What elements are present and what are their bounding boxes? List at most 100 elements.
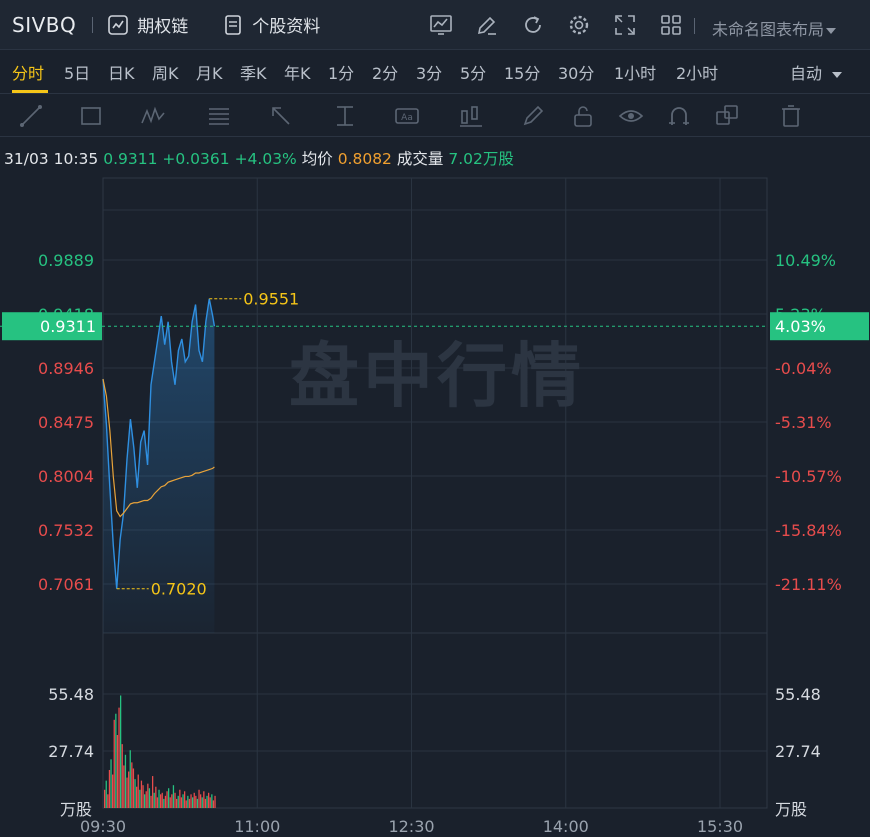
volume-bar bbox=[115, 713, 117, 808]
tab-10[interactable]: 5分 bbox=[460, 60, 486, 84]
y-left-tick-label: 0.7061 bbox=[38, 575, 94, 594]
volume-bar bbox=[152, 776, 154, 808]
volume-bar bbox=[163, 798, 165, 808]
volume-bar bbox=[206, 795, 208, 808]
tab-13[interactable]: 1小时 bbox=[614, 60, 656, 84]
lock-icon[interactable] bbox=[570, 103, 596, 129]
x-tick-label: 14:00 bbox=[543, 817, 589, 836]
volume-bar bbox=[193, 792, 195, 808]
volume-bar bbox=[148, 788, 151, 808]
quote-datetime: 31/03 10:35 bbox=[4, 150, 99, 168]
volume-bar bbox=[171, 794, 173, 808]
caret-down-icon bbox=[832, 72, 843, 78]
symbol-title[interactable]: SIVBQ bbox=[12, 13, 76, 37]
caret-down-icon bbox=[826, 28, 837, 34]
tab-7[interactable]: 1分 bbox=[328, 60, 354, 84]
tab-0[interactable]: 分时 bbox=[12, 60, 44, 84]
rectangle-icon[interactable] bbox=[78, 103, 104, 129]
arrow-icon[interactable] bbox=[268, 103, 294, 129]
brush-icon[interactable] bbox=[520, 103, 546, 129]
volume-bar bbox=[147, 783, 149, 808]
tab-5[interactable]: 季K bbox=[240, 60, 267, 84]
chart-type-icon[interactable] bbox=[428, 12, 454, 38]
volume-bar bbox=[123, 765, 125, 808]
price-line bbox=[102, 298, 216, 589]
volume-bar bbox=[211, 794, 213, 808]
volume-bar bbox=[198, 789, 200, 808]
quote-price: 0.9311 bbox=[103, 150, 158, 168]
volume-bar bbox=[201, 797, 203, 808]
volume-bar bbox=[188, 798, 191, 808]
volume-unit-right: 万股 bbox=[775, 800, 807, 819]
candle-icon[interactable] bbox=[458, 103, 484, 129]
options-chain-button[interactable]: 期权链 bbox=[107, 12, 188, 37]
volume-bar bbox=[132, 768, 135, 808]
layout-name-label: 未命名图表布局 bbox=[712, 20, 825, 39]
tab-14[interactable]: 2小时 bbox=[676, 60, 718, 84]
y-left-tick-label: 0.9418 bbox=[38, 305, 94, 324]
volume-bar bbox=[118, 707, 120, 808]
eye-icon[interactable] bbox=[618, 103, 644, 129]
refresh-icon[interactable] bbox=[520, 12, 546, 38]
auto-scale-dropdown[interactable]: 自动 bbox=[790, 60, 843, 84]
draw-pen-icon[interactable] bbox=[474, 12, 500, 38]
chart-frame bbox=[102, 177, 768, 809]
tab-12[interactable]: 30分 bbox=[558, 60, 594, 84]
tab-3[interactable]: 周K bbox=[152, 60, 179, 84]
tab-6[interactable]: 年K bbox=[284, 60, 311, 84]
options-chain-icon bbox=[108, 14, 129, 35]
trash-icon[interactable] bbox=[778, 103, 804, 129]
volume-bar bbox=[169, 797, 171, 808]
volume-bar bbox=[177, 795, 179, 808]
y-right-tick-label: -21.11% bbox=[775, 575, 842, 594]
tab-8[interactable]: 2分 bbox=[372, 60, 398, 84]
fibonacci-icon[interactable] bbox=[206, 103, 232, 129]
grid-layout-icon[interactable] bbox=[658, 12, 684, 38]
settings-gear-icon[interactable] bbox=[566, 12, 592, 38]
magnet-icon[interactable] bbox=[666, 103, 692, 129]
measure-icon[interactable] bbox=[332, 103, 358, 129]
volume-bar bbox=[184, 791, 186, 808]
quote-change-pct: +4.03% bbox=[234, 150, 297, 168]
y-right-tick-label: -5.31% bbox=[775, 413, 832, 432]
text-label-icon[interactable]: Aa bbox=[394, 103, 420, 129]
volume-bar bbox=[204, 798, 207, 808]
quote-info-line: 31/03 10:35 0.9311 +0.0361 +4.03% 均价 0.8… bbox=[4, 147, 514, 169]
y-left-tick-label: 0.8475 bbox=[38, 413, 94, 432]
volume-bar bbox=[108, 769, 111, 808]
volume-bar bbox=[150, 795, 152, 808]
tab-2[interactable]: 日K bbox=[108, 60, 135, 84]
stock-profile-button[interactable]: 个股资料 bbox=[222, 12, 320, 37]
tab-9[interactable]: 3分 bbox=[416, 60, 442, 84]
volume-bar bbox=[155, 786, 157, 808]
volume-bar bbox=[166, 791, 168, 808]
toolbar-divider bbox=[92, 16, 94, 33]
volume-bar bbox=[190, 794, 192, 808]
copy-icon[interactable] bbox=[714, 103, 740, 129]
y-left-tick-label: 0.9889 bbox=[38, 251, 94, 270]
active-tab-underline bbox=[12, 90, 48, 93]
avg-price-line bbox=[102, 378, 215, 518]
volume-bar bbox=[182, 794, 184, 808]
volume-bar bbox=[208, 792, 210, 808]
trend-line-icon[interactable] bbox=[18, 103, 44, 129]
svg-text:Aa: Aa bbox=[401, 113, 413, 123]
y-left-tick-label: 0.8946 bbox=[38, 359, 94, 378]
high-price-label: 0.9551 bbox=[243, 290, 299, 309]
tab-4[interactable]: 月K bbox=[196, 60, 223, 84]
tab-11[interactable]: 15分 bbox=[504, 60, 540, 84]
volume-bar bbox=[134, 779, 136, 808]
options-chain-label: 期权链 bbox=[137, 17, 189, 37]
fullscreen-icon[interactable] bbox=[612, 12, 638, 38]
volume-right-tick: 55.48 bbox=[775, 685, 821, 704]
wave-pattern-icon[interactable] bbox=[140, 103, 166, 129]
layout-name-dropdown[interactable]: 未命名图表布局 bbox=[712, 16, 837, 40]
volume-bar bbox=[129, 750, 131, 808]
y-right-tick-label: -0.04% bbox=[775, 359, 832, 378]
volume-bar bbox=[128, 771, 130, 808]
volume-bar bbox=[168, 788, 170, 808]
volume-bar bbox=[142, 785, 144, 808]
tab-1[interactable]: 5日 bbox=[64, 60, 90, 84]
volume-bar bbox=[140, 780, 143, 808]
volume-bar bbox=[187, 795, 189, 808]
